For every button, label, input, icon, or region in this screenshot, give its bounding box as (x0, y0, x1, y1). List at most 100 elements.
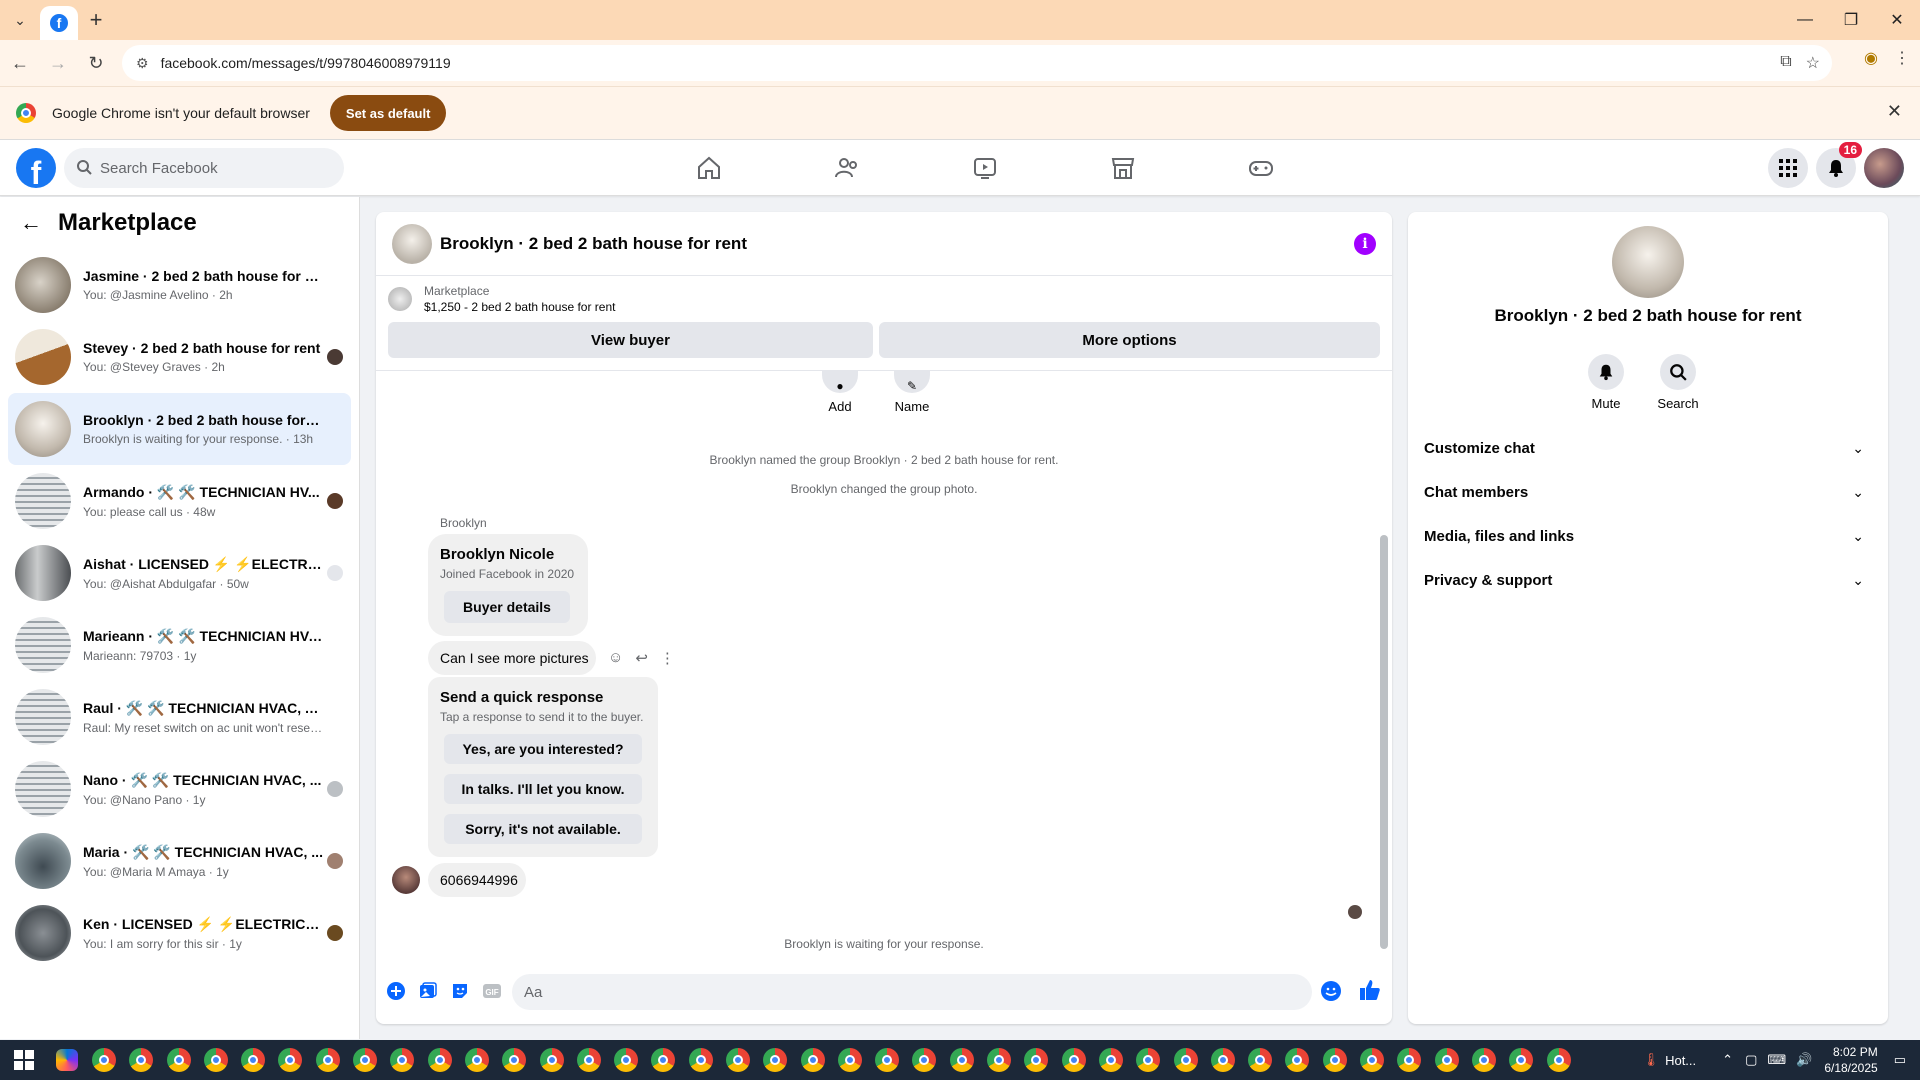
chrome-taskbar-icon[interactable] (980, 1040, 1017, 1080)
chrome-taskbar-icon[interactable] (607, 1040, 644, 1080)
chrome-taskbar-icon[interactable] (1465, 1040, 1502, 1080)
windows-start-icon[interactable] (0, 1040, 48, 1080)
gif-icon[interactable]: GIF (478, 977, 506, 1005)
chrome-taskbar-icon[interactable] (1130, 1040, 1167, 1080)
site-info-icon[interactable]: ⚙ (136, 55, 149, 72)
weather-text[interactable]: Hot... (1665, 1053, 1696, 1068)
search-input[interactable] (100, 159, 320, 177)
chrome-taskbar-icon[interactable] (160, 1040, 197, 1080)
gaming-icon[interactable] (1192, 140, 1330, 196)
conversation-jasmine[interactable]: Jasmine · 2 bed 2 bath house for rent You… (8, 249, 351, 321)
conversation-raul[interactable]: Raul · 🛠️ 🛠️ TECHNICIAN HVAC, AC,... Raul… (8, 681, 351, 753)
close-window-icon[interactable]: ✕ (1874, 0, 1920, 40)
minimize-icon[interactable]: — (1782, 0, 1828, 40)
conversation-armando[interactable]: Armando · 🛠️ 🛠️ TECHNICIAN HV... You: ple… (8, 465, 351, 537)
chrome-taskbar-icon[interactable] (906, 1040, 943, 1080)
video-icon[interactable] (916, 140, 1054, 196)
section-customize-chat[interactable]: Customize chat ⌄ (1424, 426, 1872, 470)
plus-circle-icon[interactable] (382, 977, 410, 1005)
quick-response-option[interactable]: Sorry, it's not available. (444, 814, 642, 844)
react-emoji-icon[interactable]: ☺ (608, 649, 623, 667)
section-media-files-links[interactable]: Media, files and links ⌄ (1424, 514, 1872, 558)
sender-avatar[interactable] (392, 866, 420, 894)
home-icon[interactable] (640, 140, 778, 196)
notifications-icon[interactable]: ▭ (1894, 1052, 1906, 1068)
chrome-taskbar-icon[interactable] (309, 1040, 346, 1080)
thumbs-up-icon[interactable] (1358, 978, 1382, 1007)
conversation-stevey[interactable]: Stevey · 2 bed 2 bath house for rent You:… (8, 321, 351, 393)
chrome-taskbar-icon[interactable] (1204, 1040, 1241, 1080)
chrome-taskbar-icon[interactable] (234, 1040, 271, 1080)
thread-scrollbar[interactable] (1380, 377, 1388, 951)
listing-title[interactable]: $1,250 - 2 bed 2 bath house for rent (424, 300, 615, 314)
message-input-box[interactable] (512, 974, 1312, 1010)
chrome-taskbar-icon[interactable] (1167, 1040, 1204, 1080)
chrome-taskbar-icon[interactable] (645, 1040, 682, 1080)
network-icon[interactable]: ⌨ (1767, 1052, 1786, 1068)
bookmark-star-icon[interactable]: ☆ (1806, 53, 1820, 73)
chrome-taskbar-icon[interactable] (1353, 1040, 1390, 1080)
copilot-icon[interactable] (48, 1040, 85, 1080)
more-actions-icon[interactable]: ⋮ (660, 649, 675, 667)
scrollbar-thumb[interactable] (1380, 535, 1388, 949)
chrome-taskbar-icon[interactable] (458, 1040, 495, 1080)
message-thread[interactable]: ● Add ✎ Name Brooklyn named the group Br… (376, 370, 1392, 956)
chrome-taskbar-icon[interactable] (1503, 1040, 1540, 1080)
omnibox[interactable]: ⚙ facebook.com/messages/t/99780460089791… (122, 45, 1832, 81)
notifications-bell-icon[interactable]: 16 (1816, 142, 1862, 188)
chrome-taskbar-icon[interactable] (1316, 1040, 1353, 1080)
section-chat-members[interactable]: Chat members ⌄ (1424, 470, 1872, 514)
weather-icon[interactable]: 🌡 (1643, 1052, 1660, 1068)
chrome-taskbar-icon[interactable] (794, 1040, 831, 1080)
chrome-menu-icon[interactable]: ⋮ (1894, 48, 1910, 68)
meet-icon[interactable]: ▢ (1745, 1052, 1757, 1068)
chat-title[interactable]: Brooklyn · 2 bed 2 bath house for rent (440, 234, 747, 254)
view-buyer-button[interactable]: View buyer (388, 322, 874, 358)
mute-action[interactable]: Mute (1588, 354, 1624, 411)
chrome-taskbar-icon[interactable] (1428, 1040, 1465, 1080)
clock[interactable]: 8:02 PM 6/18/2025 (1824, 1044, 1877, 1076)
chrome-taskbar-icon[interactable] (533, 1040, 570, 1080)
quick-response-option[interactable]: Yes, are you interested? (444, 734, 642, 764)
add-member-action[interactable]: ● Add (810, 371, 870, 414)
chrome-taskbar-icon[interactable] (1055, 1040, 1092, 1080)
sticker-icon[interactable] (446, 977, 474, 1005)
set-as-default-button[interactable]: Set as default (329, 95, 447, 131)
volume-icon[interactable]: 🔊 (1796, 1052, 1812, 1068)
chrome-taskbar-icon[interactable] (682, 1040, 719, 1080)
chrome-taskbar-icon[interactable] (757, 1040, 794, 1080)
menu-grid-icon[interactable] (1768, 148, 1808, 188)
back-arrow-icon[interactable]: ← (2, 45, 38, 81)
profile-icon[interactable]: ◉ (1864, 48, 1878, 68)
chrome-taskbar-icon[interactable] (1092, 1040, 1129, 1080)
info-icon[interactable]: i (1354, 233, 1376, 255)
chevron-up-icon[interactable]: ⌃ (1722, 1052, 1733, 1068)
message-bubble[interactable]: Can I see more pictures (428, 641, 596, 675)
conversation-nano[interactable]: Nano · 🛠️ 🛠️ TECHNICIAN HVAC, ... You: @N… (8, 753, 351, 825)
chrome-taskbar-icon[interactable] (943, 1040, 980, 1080)
chrome-taskbar-icon[interactable] (1540, 1040, 1577, 1080)
message-input[interactable] (524, 983, 1264, 1001)
chrome-taskbar-icon[interactable] (1391, 1040, 1428, 1080)
message-bubble[interactable]: 6066944996 (428, 863, 526, 897)
conversation-marieann[interactable]: Marieann · 🛠️ 🛠️ TECHNICIAN HVA... Mariea… (8, 609, 351, 681)
chrome-taskbar-icon[interactable] (197, 1040, 234, 1080)
group-avatar[interactable] (1612, 226, 1684, 298)
chat-avatar[interactable] (392, 223, 432, 264)
chrome-taskbar-icon[interactable] (496, 1040, 533, 1080)
conversation-aishat[interactable]: Aishat · LICENSED ⚡ ⚡ELECTRICI... You: @A… (8, 537, 351, 609)
reply-icon[interactable]: ↩ (635, 649, 648, 667)
chrome-taskbar-icon[interactable] (421, 1040, 458, 1080)
section-privacy-support[interactable]: Privacy & support ⌄ (1424, 558, 1872, 602)
conversation-ken[interactable]: Ken · LICENSED ⚡ ⚡ELECTRICIA... You: I am… (8, 897, 351, 969)
chrome-taskbar-icon[interactable] (272, 1040, 309, 1080)
install-app-icon[interactable]: ⧉ (1780, 53, 1791, 73)
chrome-taskbar-icon[interactable] (85, 1040, 122, 1080)
marketplace-icon[interactable] (1054, 140, 1192, 196)
facebook-logo-icon[interactable]: f (16, 148, 56, 188)
chrome-taskbar-icon[interactable] (346, 1040, 383, 1080)
tab-search-chevron-icon[interactable]: ⌄ (0, 0, 40, 40)
photo-icon[interactable] (414, 977, 442, 1005)
chrome-taskbar-icon[interactable] (1242, 1040, 1279, 1080)
account-avatar[interactable] (1864, 148, 1904, 188)
